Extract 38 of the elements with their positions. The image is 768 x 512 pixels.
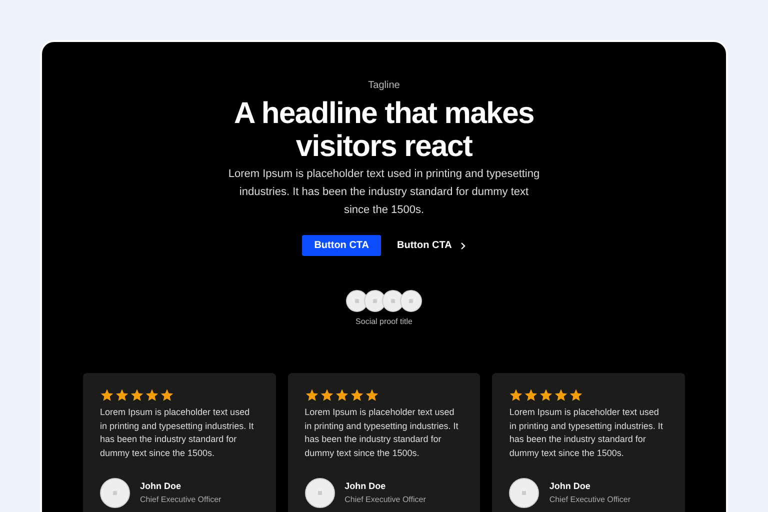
star-icon — [160, 388, 174, 402]
headline: A headline that makes visitors react — [234, 97, 534, 163]
star-icon — [304, 388, 319, 402]
star-icon — [524, 388, 538, 402]
tagline: Tagline — [368, 79, 400, 93]
star-icon — [145, 388, 159, 402]
star-icon — [320, 388, 334, 402]
star-icon — [569, 388, 584, 402]
hero-description: Lorem Ipsum is placeholder text used in printing and typesetting industries. It has been the industry standard for dummy text since the 1500s. — [228, 167, 540, 218]
author-name: John Doe — [140, 480, 182, 494]
star-icon — [350, 388, 364, 402]
author-role: Chief Executive Officer — [344, 494, 426, 506]
star-icon — [509, 388, 524, 402]
star-icon — [554, 388, 568, 402]
author-role: Chief Executive Officer — [140, 494, 222, 506]
star-icon — [100, 388, 114, 402]
social-proof-title: Social proof title — [356, 316, 412, 328]
author-name: John Doe — [549, 480, 592, 494]
chevron-icon — [460, 242, 466, 250]
avatar — [100, 478, 130, 508]
avatar — [346, 290, 368, 312]
cta-button[interactable]: Button CTA — [302, 235, 381, 256]
cta-link[interactable]: Button CTA — [397, 235, 466, 256]
star-icon — [130, 388, 144, 402]
avatar — [304, 478, 335, 508]
star-icon — [539, 388, 554, 402]
star-icon — [364, 388, 379, 402]
star-icon — [115, 388, 129, 402]
author-role: Chief Executive Officer — [549, 494, 631, 506]
testimonial-quote: Lorem Ipsum is placeholder text used in printing and typesetting industries. It has been the industry standard for dummy text since the 1500s. — [304, 406, 460, 460]
avatar — [509, 478, 540, 508]
author-name: John Doe — [344, 480, 387, 494]
avatar — [382, 290, 404, 312]
star-icon — [334, 388, 349, 402]
avatar — [400, 290, 422, 312]
testimonial-quote: Lorem Ipsum is placeholder text used in printing and typesetting industries. It has been the industry standard for dummy text since the 1500s. — [100, 406, 255, 460]
testimonial-quote: Lorem Ipsum is placeholder text used in printing and typesetting industries. It has been the industry standard for dummy text since the 1500s. — [509, 406, 664, 460]
avatar — [364, 290, 386, 312]
